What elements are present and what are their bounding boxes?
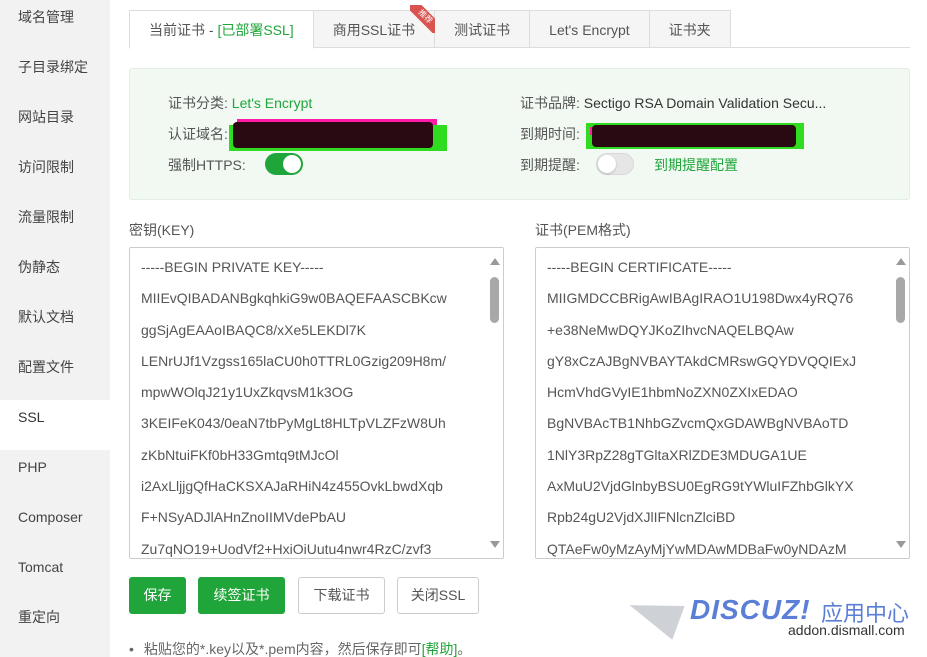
cert-domain-row: 认证域名: (168, 124, 228, 144)
expire-row: 到期时间: (520, 124, 580, 144)
key-line: i2AxLljjgQfHaCKSXAJaRHiN4z455OvkLbwdXqb (141, 478, 443, 495)
cert-line: +e38NeMwDQYJKoZIhvcNAQELBQAw (547, 321, 794, 338)
scroll-down-icon[interactable] (896, 541, 906, 548)
certificate-textarea[interactable]: -----BEGIN CERTIFICATE----- MIIGMDCCBRigA… (535, 247, 910, 559)
cert-category-row: 证书分类: Let's Encrypt (168, 93, 312, 113)
cert-scrollbar[interactable] (892, 248, 909, 558)
cert-info-panel: 证书分类: Let's Encrypt 认证域名: 强制HTTPS: 证书品牌:… (129, 68, 910, 200)
sidebar-item-subdir[interactable]: 子目录绑定 (0, 50, 110, 100)
bullet: • (129, 641, 134, 657)
scroll-up-icon[interactable] (490, 258, 500, 265)
paper-plane-icon (623, 588, 685, 640)
cert-line: gY8xCzAJBgNVBAYTAkdCMRswGQYDVQQIExJ (547, 352, 857, 369)
key-line: MIIEvQIBADANBgkqhkiG9w0BAQEFAASCBKcw (141, 290, 447, 307)
expire-redaction (586, 121, 806, 151)
ssl-tabs: 当前证书 - [已部署SSL] 商用SSL证书 推荐 测试证书 Let's En… (129, 5, 910, 49)
watermark-url: addon.dismall.com (788, 622, 905, 638)
expire-remind-toggle[interactable] (596, 153, 634, 175)
cert-line: 1NlY3RpZ28gTGltaXRlZDE3MDUGA1UE (547, 446, 807, 463)
tab-lets-encrypt-label: Let's Encrypt (549, 22, 630, 38)
tab-cert-folder[interactable]: 证书夹 (649, 10, 731, 48)
sidebar-item-rewrite[interactable]: 伪静态 (0, 250, 110, 300)
help-tip: • 粘贴您的*.key以及*.pem内容，然后保存即可[帮助]。 (129, 639, 471, 657)
help-text: 粘贴您的*.key以及*.pem内容，然后保存即可 (143, 641, 422, 657)
sidebar-item-tomcat[interactable]: Tomcat (0, 550, 110, 600)
scroll-down-icon[interactable] (490, 541, 500, 548)
cert-line: Rpb24gU2VjdXJlIFNlcnZlciBD (547, 509, 736, 526)
scroll-thumb[interactable] (896, 277, 905, 323)
key-line: Zu7qNO19+UodVf2+HxiOiUutu4nwr4RzC/zvf3 (141, 540, 432, 557)
sidebar-item-composer[interactable]: Composer (0, 500, 110, 550)
tab-test-cert-label: 测试证书 (454, 22, 511, 38)
sidebar: 域名管理 子目录绑定 网站目录 访问限制 流量限制 伪静态 默认文档 配置文件 … (0, 0, 110, 657)
sidebar-item-access-limit[interactable]: 访问限制 (0, 150, 110, 200)
cert-line: MIIGMDCCBRigAwIBAgIRAO1U198Dwx4yRQ76 (547, 290, 854, 307)
recommend-badge-text: 推荐 (410, 5, 439, 33)
cert-line: BgNVBAcTB1NhbGZvcmQxGDAWBgNVBAoTD (547, 415, 849, 432)
sidebar-item-redirect[interactable]: 重定向 (0, 600, 110, 650)
sidebar-item-traffic-limit[interactable]: 流量限制 (0, 200, 110, 250)
sidebar-item-ssl[interactable]: SSL (0, 400, 110, 450)
sidebar-item-config-file[interactable]: 配置文件 (0, 350, 110, 400)
renew-cert-button[interactable]: 续签证书 (198, 577, 285, 614)
certificate-content: -----BEGIN CERTIFICATE----- MIIGMDCCBRigA… (547, 252, 891, 558)
cert-line: AxMuU2VjdGlnbyBSU0EgRG9tYWluIFZhbGlkYX (547, 478, 854, 495)
toggle-knob (598, 155, 616, 173)
cert-brand-label: 证书品牌: (520, 95, 580, 111)
tab-lets-encrypt[interactable]: Let's Encrypt (530, 10, 650, 48)
cert-line: HcmVhdGVyIE1hbmNoZXN0ZXIxEDAO (547, 384, 798, 401)
sidebar-item-php[interactable]: PHP (0, 450, 110, 500)
key-line: LENrUJf1Vzgss165laCU0h0TTRL0Gzig209H8m/ (141, 352, 447, 369)
key-label: 密钥(KEY) (129, 222, 195, 238)
cert-brand-row: 证书品牌: Sectigo RSA Domain Validation Secu… (520, 93, 826, 113)
tab-cert-folder-label: 证书夹 (668, 22, 711, 38)
tab-test-cert[interactable]: 测试证书 (435, 10, 531, 48)
key-line: 3KEIFeK043/0eaN7tbPyMgLt8HLTpVLZFzW8Uh (141, 415, 446, 432)
close-ssl-button[interactable]: 关闭SSL (397, 577, 479, 614)
sidebar-item-domain[interactable]: 域名管理 (0, 0, 110, 50)
sidebar-item-site-dir[interactable]: 网站目录 (0, 100, 110, 150)
tab-current-cert[interactable]: 当前证书 - [已部署SSL] (129, 10, 314, 49)
key-scrollbar[interactable] (486, 248, 503, 558)
help-tail: 。 (457, 641, 472, 657)
private-key-textarea[interactable]: -----BEGIN PRIVATE KEY----- MIIEvQIBADANB… (129, 247, 504, 559)
download-cert-button[interactable]: 下载证书 (298, 577, 385, 614)
save-button[interactable]: 保存 (129, 577, 186, 614)
cert-brand-value: Sectigo RSA Domain Validation Secu... (583, 95, 827, 111)
key-line: ggSjAgEAAoIBAQC8/xXe5LEKDl7K (141, 321, 366, 338)
cert-line: QTAeFw0yMzAyMjYwMDAwMDBaFw0yNDAzM (547, 540, 847, 557)
tab-commercial-ssl[interactable]: 商用SSL证书 推荐 (313, 5, 439, 48)
key-line: -----BEGIN PRIVATE KEY----- (141, 259, 324, 275)
force-https-row: 强制HTTPS: (168, 155, 246, 175)
force-https-label: 强制HTTPS: (168, 157, 246, 173)
cert-label: 证书(PEM格式) (535, 222, 631, 238)
expire-remind-row: 到期提醒: (520, 155, 580, 175)
cert-line: -----BEGIN CERTIFICATE----- (547, 259, 732, 275)
toggle-knob (283, 155, 301, 173)
key-line: zKbNtuiFKf0bH33Gmtq9tMJcOl (141, 446, 339, 463)
sidebar-item-default-doc[interactable]: 默认文档 (0, 300, 110, 350)
help-link[interactable]: [帮助] (422, 641, 458, 657)
key-line: F+NSyADJlAHnZnoIIMVdePbAU (141, 509, 347, 526)
tab-current-cert-status: [已部署SSL] (217, 22, 294, 38)
tab-current-cert-label: 当前证书 - (149, 22, 218, 38)
scroll-thumb[interactable] (490, 277, 499, 323)
watermark: DISCUZ! 应用中心 addon.dismall.com (623, 588, 918, 644)
tab-commercial-ssl-label: 商用SSL证书 (332, 22, 416, 38)
expire-label: 到期时间: (520, 126, 580, 142)
expire-remind-config-link[interactable]: 到期提醒配置 (654, 155, 738, 175)
key-line: mpwWOlqJ21y1UxZkqvsM1k3OG (141, 384, 354, 401)
cert-domain-label: 认证域名: (168, 126, 228, 142)
scroll-up-icon[interactable] (896, 258, 906, 265)
private-key-content: -----BEGIN PRIVATE KEY----- MIIEvQIBADANB… (141, 252, 485, 558)
cert-category-value: Let's Encrypt (231, 95, 313, 111)
force-https-toggle[interactable] (265, 153, 303, 175)
domain-redaction (227, 119, 451, 155)
expire-remind-label: 到期提醒: (520, 157, 580, 173)
cert-category-label: 证书分类: (168, 95, 228, 111)
recommend-badge: 推荐 (410, 5, 439, 33)
